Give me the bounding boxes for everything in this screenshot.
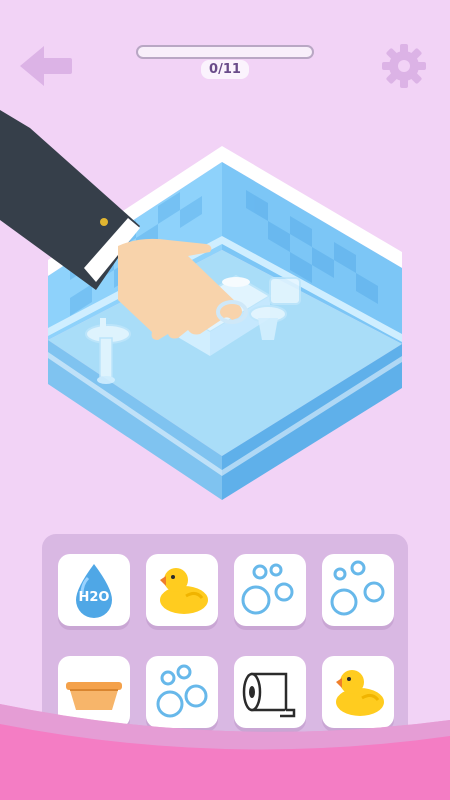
bathroom-scene xyxy=(0,110,402,500)
tray-slot-duck[interactable] xyxy=(146,554,218,626)
tray-slot-bubbles-1[interactable] xyxy=(234,554,306,626)
back-button[interactable] xyxy=(18,44,74,88)
bottom-decor-band xyxy=(0,704,450,800)
back-arrow-icon xyxy=(20,46,72,86)
settings-button[interactable] xyxy=(380,42,428,90)
bubbles-icon xyxy=(241,563,294,615)
gear-icon xyxy=(382,44,426,88)
rubber-duck-icon xyxy=(160,568,208,614)
progress-bar xyxy=(136,45,314,59)
tray-slot-water[interactable]: H2O xyxy=(58,554,130,626)
bubbles-icon xyxy=(330,560,385,616)
tray-slot-bubbles-2[interactable] xyxy=(322,554,394,626)
progress-counter: 0/11 xyxy=(201,60,249,79)
water-label: H2O xyxy=(78,590,110,605)
